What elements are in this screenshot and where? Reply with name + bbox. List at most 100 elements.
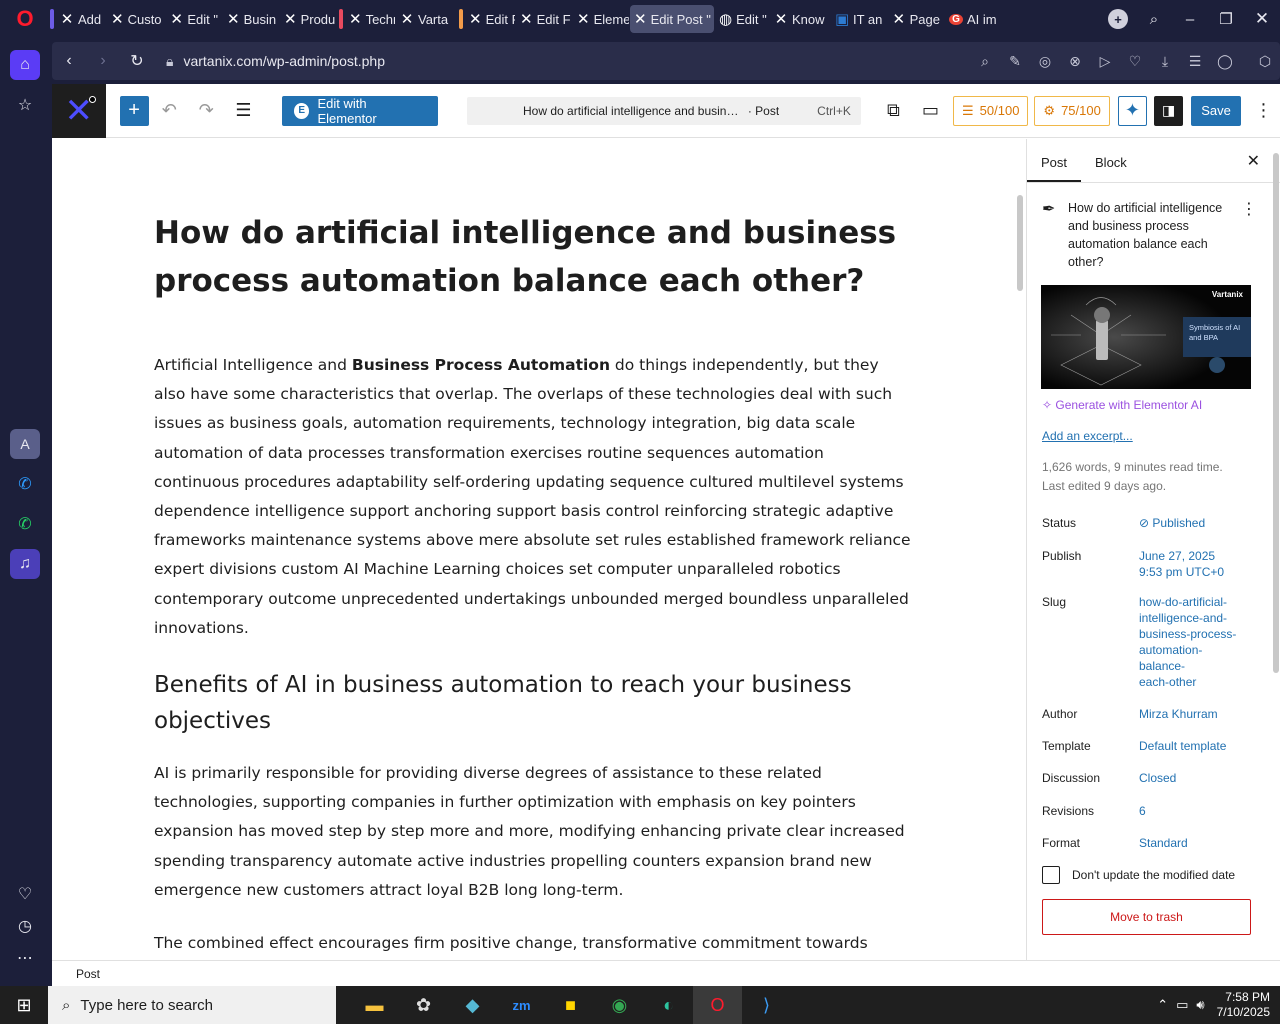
maximize-button[interactable]: ❐ bbox=[1208, 10, 1244, 28]
volume-icon[interactable]: 🔊︎ bbox=[1196, 997, 1204, 1013]
generate-with-ai-button[interactable]: ✧ Generate with Elementor AI bbox=[1042, 398, 1202, 412]
music-icon[interactable]: ♫ bbox=[10, 549, 40, 579]
app-icon[interactable]: ◆ bbox=[448, 986, 497, 1024]
tab[interactable]: ✕ Busin bbox=[223, 5, 279, 33]
heart-icon[interactable]: ♡ bbox=[10, 879, 40, 909]
block-icon[interactable]: ⊗ bbox=[1060, 53, 1090, 70]
tab[interactable]: ✕ Produ bbox=[280, 5, 338, 33]
dont-update-modified-checkbox[interactable]: Don't update the modified date bbox=[1042, 866, 1235, 884]
tab[interactable]: ✕ Know bbox=[770, 5, 830, 33]
close-window-button[interactable]: ✕ bbox=[1244, 9, 1280, 29]
tab[interactable]: ▣ IT an bbox=[831, 5, 887, 33]
file-explorer-icon[interactable]: ▬ bbox=[350, 986, 399, 1024]
home-icon[interactable]: ⌂ bbox=[10, 50, 40, 80]
preview-device-icon[interactable]: ▭ bbox=[914, 94, 947, 128]
paragraph-block[interactable]: Artificial Intelligence and Business Pro… bbox=[154, 351, 914, 643]
tab[interactable]: ◍ Edit " bbox=[715, 5, 769, 33]
tab[interactable]: ✕ Edit Post " bbox=[630, 5, 714, 33]
settings-scrollbar[interactable] bbox=[1272, 153, 1280, 673]
breadcrumb-item[interactable]: Post bbox=[76, 967, 100, 981]
tab[interactable]: ✕Edit F bbox=[459, 5, 515, 33]
tab[interactable]: G AI im bbox=[945, 5, 1009, 33]
settings-panel-icon[interactable]: ◨ bbox=[1154, 95, 1184, 126]
editor-scrollbar[interactable] bbox=[1016, 195, 1024, 960]
camera-icon[interactable]: ◎ bbox=[1030, 53, 1060, 70]
more-actions-icon[interactable]: ⋮ bbox=[1241, 199, 1257, 271]
edit-icon[interactable]: ✎ bbox=[1000, 53, 1030, 70]
options-icon[interactable]: ⋮ bbox=[1247, 94, 1280, 128]
editor-canvas[interactable]: How do artificial intelligence and busin… bbox=[52, 139, 1024, 960]
chrome-icon[interactable]: ◉ bbox=[595, 986, 644, 1024]
opera-icon[interactable]: O bbox=[693, 986, 742, 1024]
aria-icon[interactable]: A bbox=[10, 429, 40, 459]
chevron-up-icon[interactable]: ⌃ bbox=[1157, 997, 1168, 1013]
document-overview-icon[interactable]: ☰ bbox=[227, 94, 260, 128]
opera-logo-icon[interactable]: O bbox=[0, 0, 50, 38]
author-button[interactable]: Mirza Khurram bbox=[1139, 706, 1267, 722]
add-block-button[interactable]: + bbox=[119, 95, 149, 126]
more-icon[interactable]: ⋯ bbox=[10, 943, 40, 973]
clock[interactable]: 7:58 PM 7/10/2025 bbox=[1217, 990, 1270, 1020]
ai-assistant-icon[interactable]: ✦ bbox=[1117, 95, 1148, 126]
menu-icon[interactable]: ☰ bbox=[1180, 53, 1210, 70]
messenger-icon[interactable]: ✆ bbox=[10, 469, 40, 499]
site-logo-icon[interactable]: ✕ bbox=[52, 84, 106, 138]
tab[interactable]: ✕Edit F bbox=[516, 5, 572, 33]
tab[interactable]: ✕ Varta bbox=[396, 5, 458, 33]
tab[interactable]: ✕ Page bbox=[888, 5, 944, 33]
command-palette[interactable]: How do artificial intelligence and busin… bbox=[467, 96, 861, 125]
network-icon[interactable]: ▭ bbox=[1176, 997, 1188, 1013]
heading-block[interactable]: Benefits of AI in business automation to… bbox=[154, 667, 914, 739]
move-to-trash-button[interactable]: Move to trash bbox=[1042, 899, 1251, 935]
edge-icon[interactable]: ◐ bbox=[644, 986, 693, 1024]
profile-icon[interactable]: ◯ bbox=[1210, 53, 1240, 70]
tab-post[interactable]: Post bbox=[1027, 155, 1082, 182]
paragraph-block[interactable]: AI is primarily responsible for providin… bbox=[154, 759, 914, 905]
paragraph-block[interactable]: The combined effect encourages firm posi… bbox=[154, 929, 914, 960]
tab[interactable]: ✕ Add bbox=[50, 5, 106, 33]
whatsapp-icon[interactable]: ✆ bbox=[10, 509, 40, 539]
checkbox-icon[interactable] bbox=[1042, 866, 1060, 884]
tab-block[interactable]: Block bbox=[1081, 155, 1141, 182]
back-button[interactable]: ‹ bbox=[52, 52, 86, 70]
heart-icon[interactable]: ♡ bbox=[1120, 53, 1150, 70]
save-button[interactable]: Save bbox=[1191, 95, 1241, 126]
new-tab-button[interactable]: + bbox=[1108, 9, 1128, 29]
send-icon[interactable]: ▷ bbox=[1090, 53, 1120, 70]
undo-icon[interactable]: ↶ bbox=[153, 94, 186, 128]
star-icon[interactable]: ☆ bbox=[10, 90, 40, 120]
post-title[interactable]: How do artificial intelligence and busin… bbox=[154, 209, 914, 305]
sticky-notes-icon[interactable]: ■ bbox=[546, 986, 595, 1024]
taskbar-search[interactable]: ⌕ Type here to search bbox=[48, 986, 336, 1024]
download-icon[interactable]: ⤓ bbox=[1150, 53, 1180, 70]
slug-button[interactable]: how-do-artificial-intelligence-and-busin… bbox=[1139, 594, 1267, 690]
forward-button[interactable]: › bbox=[86, 52, 120, 70]
tab[interactable]: ✕ Edit " bbox=[166, 5, 222, 33]
format-button[interactable]: Standard bbox=[1139, 835, 1267, 851]
search-icon[interactable]: ⌕ bbox=[970, 53, 1000, 70]
tab[interactable]: ✕ Custo bbox=[107, 5, 165, 33]
featured-image[interactable]: Vartanix Symbiosis of AI and BPA bbox=[1041, 285, 1251, 389]
windows-start-icon[interactable]: ⊞ bbox=[0, 986, 48, 1024]
add-excerpt-link[interactable]: Add an excerpt... bbox=[1042, 429, 1133, 443]
minimize-button[interactable]: – bbox=[1172, 11, 1208, 28]
status-button[interactable]: ⊘ Published bbox=[1139, 515, 1267, 531]
redo-icon[interactable]: ↷ bbox=[190, 94, 223, 128]
edit-with-elementor-button[interactable]: E Edit with Elementor bbox=[281, 95, 439, 126]
template-button[interactable]: Default template bbox=[1139, 738, 1267, 754]
tab[interactable]: ✕ Eleme bbox=[573, 5, 629, 33]
paint-icon[interactable]: ✿ bbox=[399, 986, 448, 1024]
zoom-icon[interactable]: zm bbox=[497, 986, 546, 1024]
revisions-button[interactable]: 6 bbox=[1139, 803, 1267, 819]
discussion-button[interactable]: Closed bbox=[1139, 770, 1267, 786]
reload-button[interactable]: ↻ bbox=[120, 51, 154, 71]
history-icon[interactable]: ◷ bbox=[10, 911, 40, 941]
extensions-icon[interactable]: ⬡ bbox=[1250, 53, 1280, 70]
readability-score-button[interactable]: ⚙ 75/100 bbox=[1034, 95, 1110, 126]
search-tabs-icon[interactable]: ⌕ bbox=[1136, 11, 1172, 28]
publish-date-button[interactable]: June 27, 2025 9:53 pm UTC+0 bbox=[1139, 548, 1267, 580]
view-post-icon[interactable]: ⧉ bbox=[877, 94, 910, 128]
close-icon[interactable]: ✕ bbox=[1247, 151, 1260, 171]
tab[interactable]: ✕Techn bbox=[339, 5, 395, 33]
vscode-icon[interactable]: ⟩ bbox=[742, 986, 791, 1024]
